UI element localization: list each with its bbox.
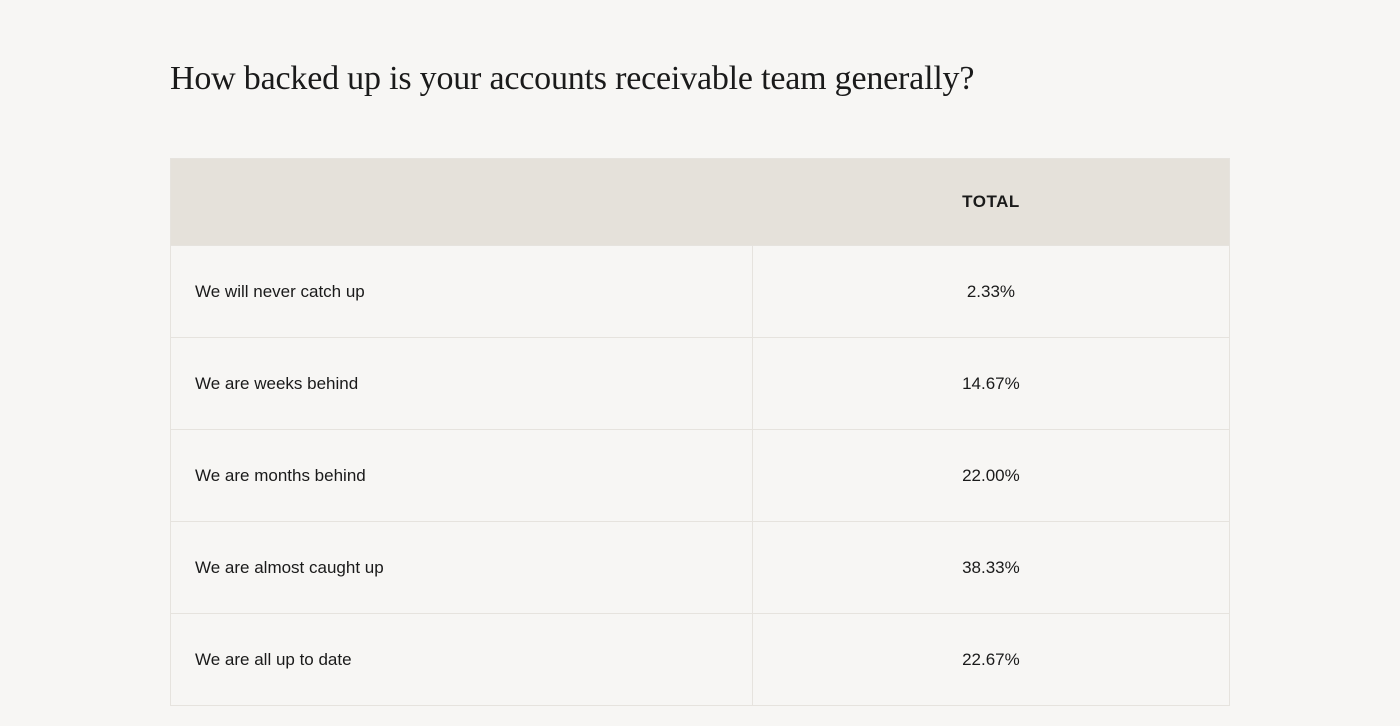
table-cell-label: We are weeks behind (171, 338, 753, 429)
page-title: How backed up is your accounts receivabl… (170, 60, 1230, 98)
table-cell-label: We are all up to date (171, 614, 753, 705)
table-header-row: TOTAL (171, 159, 1229, 245)
table-cell-label: We are months behind (171, 430, 753, 521)
survey-table: TOTAL We will never catch up 2.33% We ar… (170, 158, 1230, 706)
table-cell-total: 38.33% (753, 522, 1229, 613)
table-cell-label: We will never catch up (171, 246, 753, 337)
table-row: We are almost caught up 38.33% (171, 521, 1229, 613)
table-header-empty (171, 159, 753, 245)
table-cell-total: 22.67% (753, 614, 1229, 705)
table-header-total: TOTAL (753, 159, 1229, 245)
table-row: We are all up to date 22.67% (171, 613, 1229, 705)
table-row: We will never catch up 2.33% (171, 245, 1229, 337)
table-row: We are months behind 22.00% (171, 429, 1229, 521)
table-row: We are weeks behind 14.67% (171, 337, 1229, 429)
table-cell-total: 22.00% (753, 430, 1229, 521)
table-cell-label: We are almost caught up (171, 522, 753, 613)
table-cell-total: 2.33% (753, 246, 1229, 337)
table-cell-total: 14.67% (753, 338, 1229, 429)
